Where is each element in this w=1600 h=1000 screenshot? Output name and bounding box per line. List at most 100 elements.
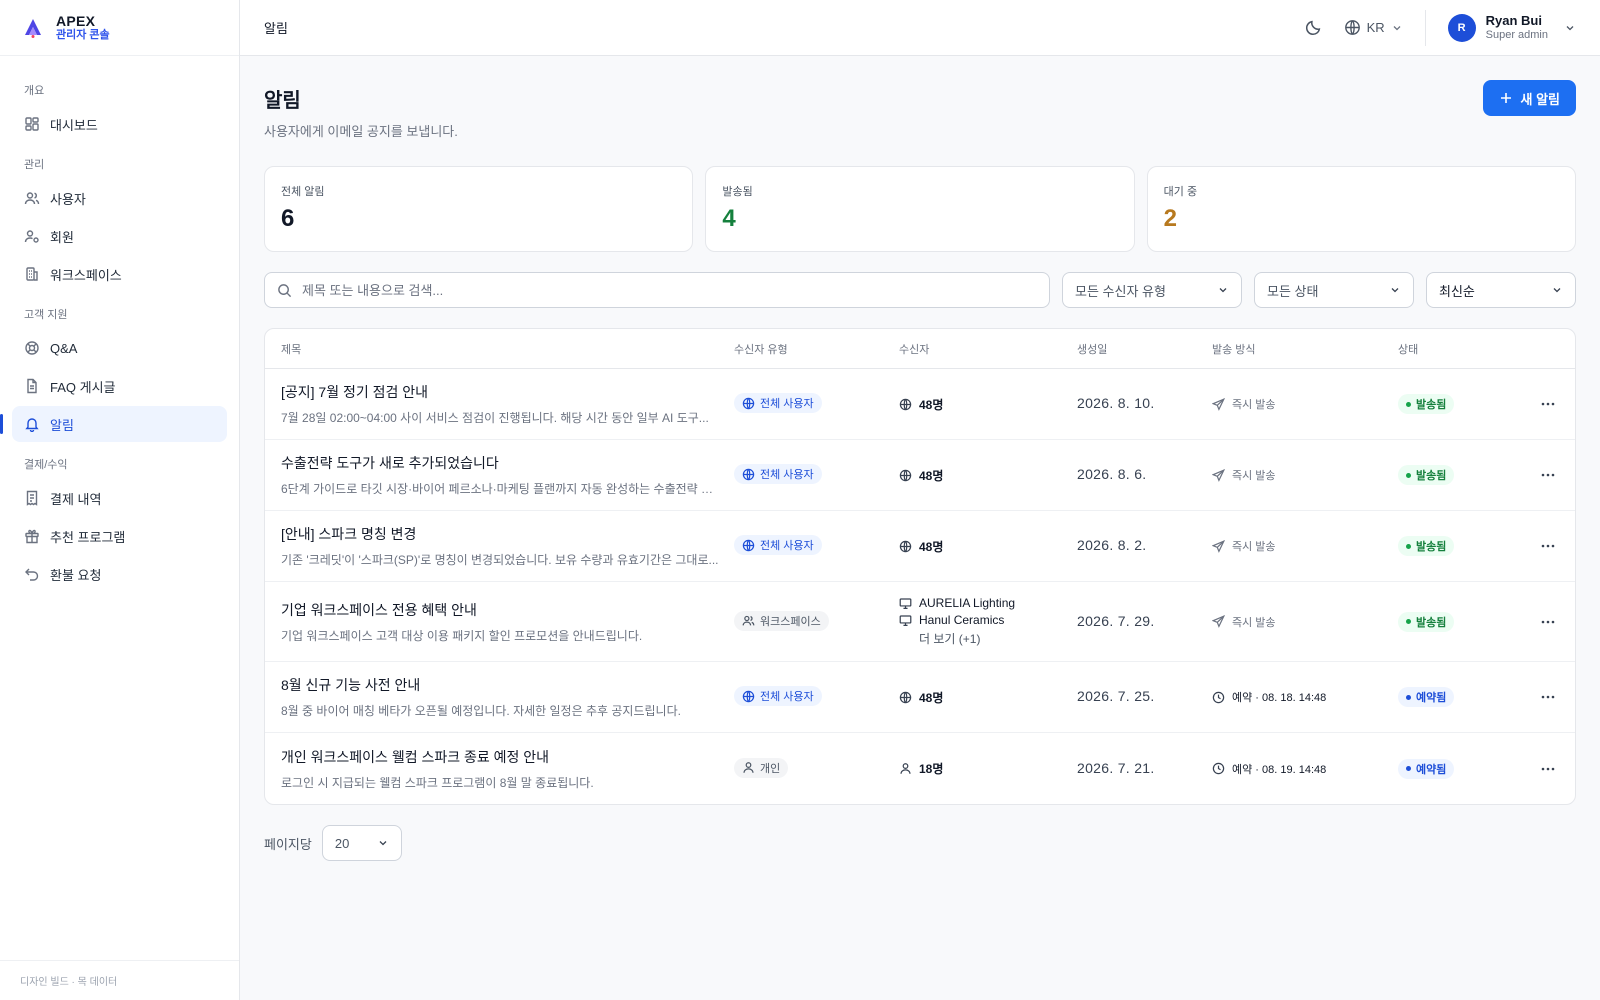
- users-icon: [24, 190, 40, 206]
- row-more-button[interactable]: [1540, 761, 1556, 777]
- stat-label: 전체 알림: [281, 186, 325, 198]
- row-more-button[interactable]: [1540, 396, 1556, 412]
- recipient-count-label: 48명: [919, 468, 944, 483]
- send-method-label: 예약 · 08. 19. 14:48: [1232, 763, 1327, 776]
- show-more-recipients-link[interactable]: 더 보기 (+1): [899, 630, 1077, 647]
- brand-name: APEX: [56, 13, 96, 30]
- row-title: 8월 신규 기능 사전 안내: [281, 677, 421, 693]
- recipient-type-label: 전체 사용자: [760, 691, 814, 704]
- recipient-count: 48명: [899, 538, 1077, 555]
- search-box[interactable]: [264, 272, 1050, 308]
- stat-card-sent: 발송됨 4: [705, 166, 1135, 252]
- recipient-count-label: 18명: [919, 762, 944, 776]
- monitor-icon: [899, 614, 912, 627]
- sidebar-item-refunds[interactable]: 환불 요청: [12, 556, 227, 592]
- send-method: 즉시 발송: [1212, 538, 1398, 554]
- column-header-recipient-type: 수신자 유형: [734, 343, 788, 356]
- page-size-select[interactable]: 20: [321, 825, 402, 861]
- row-more-button[interactable]: [1540, 467, 1556, 483]
- avatar: R: [1447, 13, 1476, 42]
- user-icon: [742, 761, 755, 774]
- globe-icon: [899, 398, 912, 411]
- gift-icon: [24, 528, 40, 544]
- stat-card-total: 전체 알림 6: [264, 166, 694, 252]
- sidebar-item-label: 회원: [50, 229, 74, 245]
- status-badge: 발송됨: [1398, 394, 1455, 415]
- row-summary: 6단계 가이드로 타깃 시장·바이어 페르소나·마케팅 플랜까지 자동 완성하는…: [281, 482, 721, 496]
- recipient-item: AURELIA Lighting: [899, 596, 1077, 610]
- clock-icon: [1212, 691, 1225, 704]
- recipient-type-select[interactable]: 모든 수신자 유형: [1062, 272, 1242, 308]
- stat-card-pending: 대기 중 2: [1146, 166, 1576, 252]
- page-size-value: 20: [334, 835, 350, 851]
- table-row[interactable]: 8월 신규 기능 사전 안내 8월 중 바이어 매칭 베타가 오픈될 예정입니다…: [265, 662, 1575, 733]
- recipient-type-value: 모든 수신자 유형: [1075, 283, 1166, 299]
- sidebar-item-dashboard[interactable]: 대시보드: [12, 106, 227, 142]
- brand-subtitle: 관리자 콘솔: [56, 29, 110, 42]
- status-select[interactable]: 모든 상태: [1254, 272, 1414, 308]
- row-more-button[interactable]: [1540, 614, 1556, 630]
- table-row[interactable]: [안내] 스파크 명칭 변경 기존 '크레딧'이 '스파크(SP)'로 명칭이 …: [265, 511, 1575, 582]
- nav-section-overview: 개요: [24, 85, 45, 97]
- sidebar: APEX 관리자 콘솔 개요 대시보드 관리 사용자 회원 워크스페이스 고객 …: [0, 0, 240, 1000]
- sidebar-item-workspaces[interactable]: 워크스페이스: [12, 256, 227, 292]
- language-selector[interactable]: KR: [1344, 19, 1403, 36]
- recipient-type-label: 개인: [760, 762, 781, 775]
- topbar-title: 알림: [264, 21, 288, 36]
- send-method-label: 즉시 발송: [1232, 616, 1276, 629]
- recipient-type-label: 전체 사용자: [760, 540, 814, 553]
- user-menu[interactable]: R Ryan Bui Super admin: [1447, 13, 1576, 43]
- row-more-button[interactable]: [1540, 689, 1556, 705]
- table-row[interactable]: 기업 워크스페이스 전용 혜택 안내 기업 워크스페이스 고객 대상 이용 패키…: [265, 582, 1575, 662]
- recipient-type-label: 워크스페이스: [760, 615, 821, 628]
- status-badge: 발송됨: [1398, 536, 1455, 557]
- sidebar-item-label: FAQ 게시글: [50, 379, 116, 395]
- search-input[interactable]: [302, 282, 1037, 298]
- send-method: 즉시 발송: [1212, 614, 1398, 630]
- user-role: Super admin: [1485, 28, 1548, 41]
- table-row[interactable]: 수출전략 도구가 새로 추가되었습니다 6단계 가이드로 타깃 시장·바이어 페…: [265, 440, 1575, 511]
- sidebar-item-users[interactable]: 사용자: [12, 180, 227, 216]
- sidebar-nav: 개요 대시보드 관리 사용자 회원 워크스페이스 고객 지원 Q&A FAQ 게…: [0, 56, 239, 592]
- theme-toggle-button[interactable]: [1305, 19, 1322, 36]
- sidebar-item-notifications[interactable]: 알림: [0, 406, 227, 442]
- table-row[interactable]: 개인 워크스페이스 웰컴 스파크 종료 예정 안내 로그인 시 지급되는 웰컴 …: [265, 733, 1575, 804]
- table-row[interactable]: [공지] 7월 정기 점검 안내 7월 28일 02:00~04:00 사이 서…: [265, 369, 1575, 440]
- send-method: 예약 · 08. 18. 14:48: [1212, 689, 1398, 705]
- row-title: [안내] 스파크 명칭 변경: [281, 526, 417, 542]
- row-title: 개인 워크스페이스 웰컴 스파크 종료 예정 안내: [281, 748, 550, 765]
- sidebar-item-faq[interactable]: FAQ 게시글: [12, 368, 227, 404]
- receipt-icon: [24, 490, 40, 506]
- stat-label: 대기 중: [1163, 186, 1198, 198]
- sidebar-item-label: 추천 프로그램: [50, 529, 126, 545]
- status-badge: 발송됨: [1398, 465, 1455, 486]
- row-summary: 7월 28일 02:00~04:00 사이 서비스 점검이 진행됩니다. 해당 …: [281, 411, 709, 425]
- row-more-button[interactable]: [1540, 538, 1556, 554]
- apex-logo-icon: [22, 17, 44, 39]
- globe-icon: [1344, 19, 1361, 36]
- status-badge: 발송됨: [1398, 611, 1455, 632]
- page-title: 알림: [264, 90, 301, 112]
- nav-section-management: 관리: [24, 159, 45, 171]
- recipient-type-badge: 전체 사용자: [734, 686, 822, 707]
- sidebar-item-label: 사용자: [50, 191, 86, 207]
- moon-icon: [1305, 19, 1322, 36]
- row-summary: 기존 '크레딧'이 '스파크(SP)'로 명칭이 변경되었습니다. 보유 수량과…: [281, 553, 719, 567]
- sort-select[interactable]: 최신순: [1426, 272, 1576, 308]
- sidebar-item-qna[interactable]: Q&A: [12, 330, 227, 366]
- sidebar-item-members[interactable]: 회원: [12, 218, 227, 254]
- sidebar-item-label: 결제 내역: [50, 491, 102, 507]
- row-summary: 로그인 시 지급되는 웰컴 스파크 프로그램이 8월 말 종료됩니다.: [281, 775, 594, 790]
- dashboard-icon: [24, 116, 40, 132]
- brand[interactable]: APEX 관리자 콘솔: [0, 0, 239, 56]
- globe-icon: [742, 397, 755, 410]
- new-notification-button[interactable]: 새 알림: [1482, 80, 1576, 116]
- chevron-down-icon: [1389, 284, 1401, 296]
- sidebar-item-referral[interactable]: 추천 프로그램: [12, 518, 227, 554]
- clock-icon: [1212, 762, 1225, 775]
- recipient-count: 48명: [899, 396, 1077, 413]
- bell-icon: [24, 416, 40, 432]
- sidebar-item-payments[interactable]: 결제 내역: [12, 480, 227, 516]
- status-label: 발송됨: [1416, 616, 1447, 629]
- status-label: 예약됨: [1416, 763, 1447, 776]
